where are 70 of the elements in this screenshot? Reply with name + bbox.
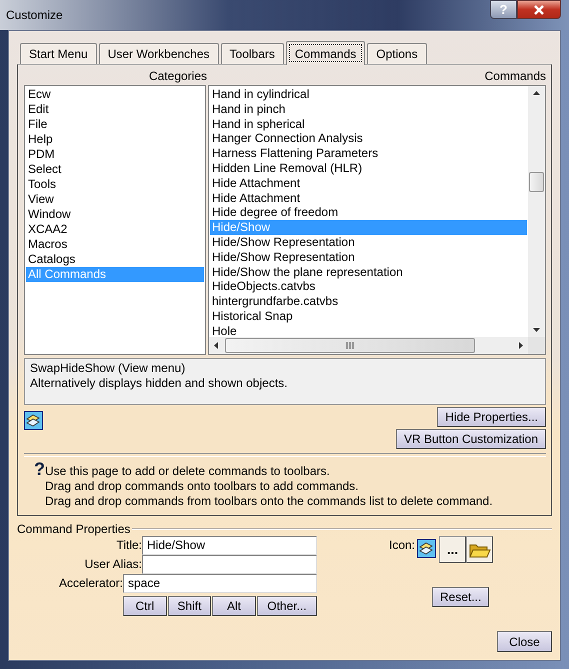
scroll-thumb[interactable] bbox=[529, 172, 544, 192]
horizontal-scrollbar[interactable] bbox=[209, 337, 528, 354]
list-item[interactable]: Hole bbox=[210, 324, 527, 337]
list-item[interactable]: XCAA2 bbox=[26, 222, 204, 237]
field-label: Accelerator: bbox=[58, 575, 123, 590]
help-text: Use this page to add or delete commands to toolbars. bbox=[45, 464, 331, 479]
list-item[interactable]: Hidden Line Removal (HLR) bbox=[210, 160, 527, 176]
input-field[interactable] bbox=[142, 555, 317, 574]
list-item[interactable]: Hand in pinch bbox=[210, 102, 527, 117]
list-item[interactable]: Hide/Show the plane representation bbox=[210, 264, 527, 280]
list-item[interactable]: Historical Snap bbox=[210, 308, 527, 324]
list-item[interactable]: Macros bbox=[26, 237, 204, 252]
list-item[interactable]: Window bbox=[26, 207, 204, 222]
close-dialog-button[interactable]: Close bbox=[497, 631, 552, 652]
tab[interactable]: Commands bbox=[286, 41, 366, 65]
close-button[interactable] bbox=[517, 0, 561, 19]
list-header: Categories bbox=[148, 69, 207, 85]
group-legend: Command Properties bbox=[17, 522, 130, 536]
list-item[interactable]: Tools bbox=[26, 177, 204, 192]
description-text: SwapHideShow (View menu) bbox=[30, 361, 186, 376]
modifier-button[interactable]: Other... bbox=[256, 596, 317, 616]
list-header: Commands bbox=[484, 69, 546, 85]
list-item[interactable]: Hide degree of freedom bbox=[210, 205, 527, 220]
modifier-button[interactable]: Shift bbox=[168, 596, 212, 616]
list-item[interactable]: hintergrundfarbe.catvbs bbox=[210, 294, 527, 309]
tab[interactable]: Toolbars bbox=[220, 43, 284, 64]
list-item[interactable]: Hide/Show Representation bbox=[210, 234, 527, 250]
list-item[interactable]: HideObjects.catvbs bbox=[210, 279, 527, 294]
tab[interactable]: Start Menu bbox=[20, 43, 97, 64]
panel-button[interactable]: VR Button Customization bbox=[396, 429, 546, 449]
scroll-thumb[interactable] bbox=[225, 338, 475, 353]
list-item[interactable]: View bbox=[26, 192, 204, 207]
vertical-scrollbar[interactable] bbox=[528, 86, 545, 337]
modifier-button[interactable]: Ctrl bbox=[123, 596, 167, 616]
list-item[interactable]: Hide Attachment bbox=[210, 176, 527, 191]
help-text: Drag and drop commands from toolbars onto the commands list to delete command. bbox=[45, 494, 493, 509]
tab[interactable]: User Workbenches bbox=[98, 43, 219, 64]
field-label: User Alias: bbox=[84, 556, 142, 571]
field-label: Icon: bbox=[389, 537, 416, 552]
window-title: Customize bbox=[6, 8, 63, 22]
reset-button[interactable]: Reset... bbox=[432, 587, 490, 607]
list-item[interactable]: Catalogs bbox=[26, 252, 204, 267]
hide-show-icon bbox=[24, 411, 43, 430]
modifier-button[interactable]: Alt bbox=[212, 596, 256, 616]
input-field[interactable]: Hide/Show bbox=[142, 536, 317, 555]
list-item[interactable]: Select bbox=[26, 162, 204, 177]
list-item[interactable]: Hide Attachment bbox=[210, 190, 527, 206]
scrollbar-corner bbox=[528, 337, 545, 354]
list-item[interactable]: Hanger Connection Analysis bbox=[210, 131, 527, 146]
list-item[interactable]: Hide/Show Representation bbox=[210, 250, 527, 265]
close-icon bbox=[533, 4, 545, 14]
field-label: Title: bbox=[116, 537, 142, 552]
help-text: Drag and drop commands onto toolbars to add commands. bbox=[45, 479, 360, 494]
folder-button[interactable] bbox=[466, 536, 494, 563]
list-item[interactable]: Help bbox=[26, 132, 204, 147]
hide-show-icon bbox=[417, 539, 436, 558]
tab[interactable]: Options bbox=[367, 43, 427, 64]
list-item[interactable]: Ecw bbox=[26, 87, 204, 102]
list-item[interactable]: File bbox=[26, 117, 204, 132]
grip-icon bbox=[346, 342, 354, 349]
list-item[interactable]: Harness Flattening Parameters bbox=[210, 146, 527, 161]
list-item[interactable]: Edit bbox=[26, 102, 204, 117]
panel-button[interactable]: Hide Properties... bbox=[437, 407, 546, 427]
list-item[interactable]: Hand in cylindrical bbox=[210, 87, 527, 102]
input-field[interactable]: space bbox=[123, 574, 317, 593]
description-text: Alternatively displays hidden and shown objects. bbox=[30, 376, 288, 391]
browse-button[interactable]: ... bbox=[439, 536, 466, 563]
list-item[interactable]: PDM bbox=[26, 147, 204, 162]
help-mark: ? bbox=[34, 461, 45, 481]
list-item[interactable]: Hand in spherical bbox=[210, 116, 527, 132]
